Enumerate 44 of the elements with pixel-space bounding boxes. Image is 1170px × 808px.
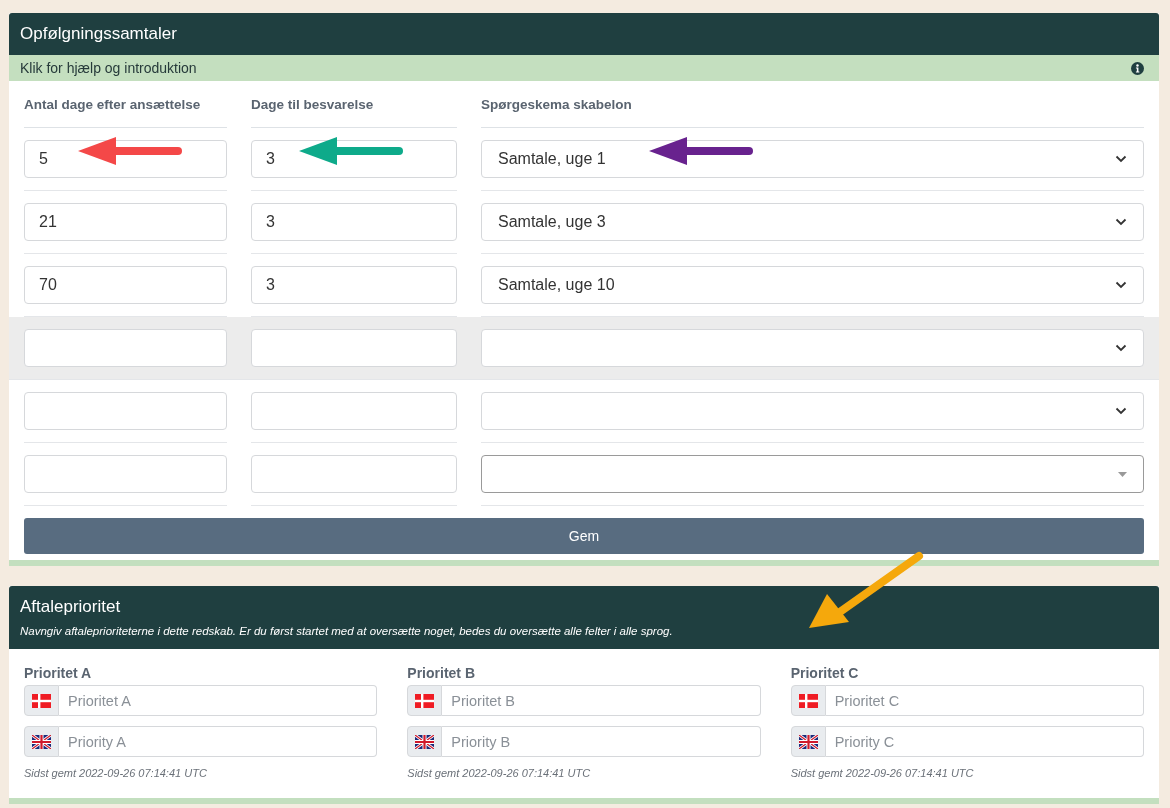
saved-timestamp: Sidst gemt 2022-09-26 07:14:41 UTC: [24, 767, 208, 779]
panel-description: Navngiv aftaleprioriteterne i dette redskab. Er du først startet med at oversætte noget, bedes du oversætte alle felter i alle sprog.: [20, 624, 674, 639]
input-field[interactable]: 3: [251, 266, 457, 304]
input-field[interactable]: Priority B: [442, 726, 761, 757]
input-field[interactable]: [251, 329, 457, 367]
select-field[interactable]: Samtale, uge 3: [481, 203, 1144, 241]
column-header: Dage til besvarelse: [251, 81, 457, 128]
chevron-icon: [1115, 407, 1127, 415]
select-field[interactable]: Samtale, uge 10: [481, 266, 1144, 304]
select-value: Samtale, uge 1: [498, 150, 606, 168]
column-header: Spørgeskema skabelon: [481, 81, 1144, 128]
field-label: Prioritet B: [407, 665, 476, 681]
save-button[interactable]: Gem: [24, 518, 1144, 554]
input-field[interactable]: Prioritet C: [825, 685, 1144, 716]
input-field[interactable]: [24, 455, 227, 493]
saved-timestamp: Sidst gemt 2022-09-26 07:14:41 UTC: [407, 767, 592, 779]
input-field[interactable]: 70: [24, 266, 227, 304]
input-field[interactable]: 21: [24, 203, 227, 241]
chevron-icon: [1115, 218, 1127, 226]
input-field[interactable]: [251, 392, 457, 430]
saved-timestamp: Sidst gemt 2022-09-26 07:14:41 UTC: [790, 767, 975, 779]
chevron-icon: [1115, 281, 1127, 289]
input-field[interactable]: [24, 329, 227, 367]
chevron-icon: [1115, 344, 1127, 352]
field-label: Prioritet A: [24, 665, 93, 681]
panel-title: Opfølgningssamtaler: [20, 23, 178, 45]
select-value: Samtale, uge 3: [498, 213, 606, 231]
input-field[interactable]: [251, 455, 457, 493]
input-field[interactable]: Prioritet B: [442, 685, 761, 716]
input-field[interactable]: Priority C: [825, 726, 1144, 757]
field-label: Prioritet C: [790, 665, 860, 681]
select-field[interactable]: [481, 455, 1144, 493]
input-field[interactable]: [24, 392, 227, 430]
info-icon: [1131, 61, 1144, 75]
input-field[interactable]: Prioritet A: [59, 685, 378, 716]
input-field[interactable]: 3: [251, 203, 457, 241]
input-field[interactable]: Priority A: [59, 726, 378, 757]
column-header: Antal dage efter ansættelse: [24, 81, 227, 128]
panel-title: Aftaleprioritet: [20, 596, 122, 618]
caret-icon: [1118, 471, 1127, 477]
select-value: Samtale, uge 10: [498, 276, 615, 294]
select-field[interactable]: Samtale, uge 1: [481, 140, 1144, 178]
help-link[interactable]: Klik for hjælp og introduktion: [20, 60, 197, 76]
chevron-icon: [1115, 155, 1127, 163]
